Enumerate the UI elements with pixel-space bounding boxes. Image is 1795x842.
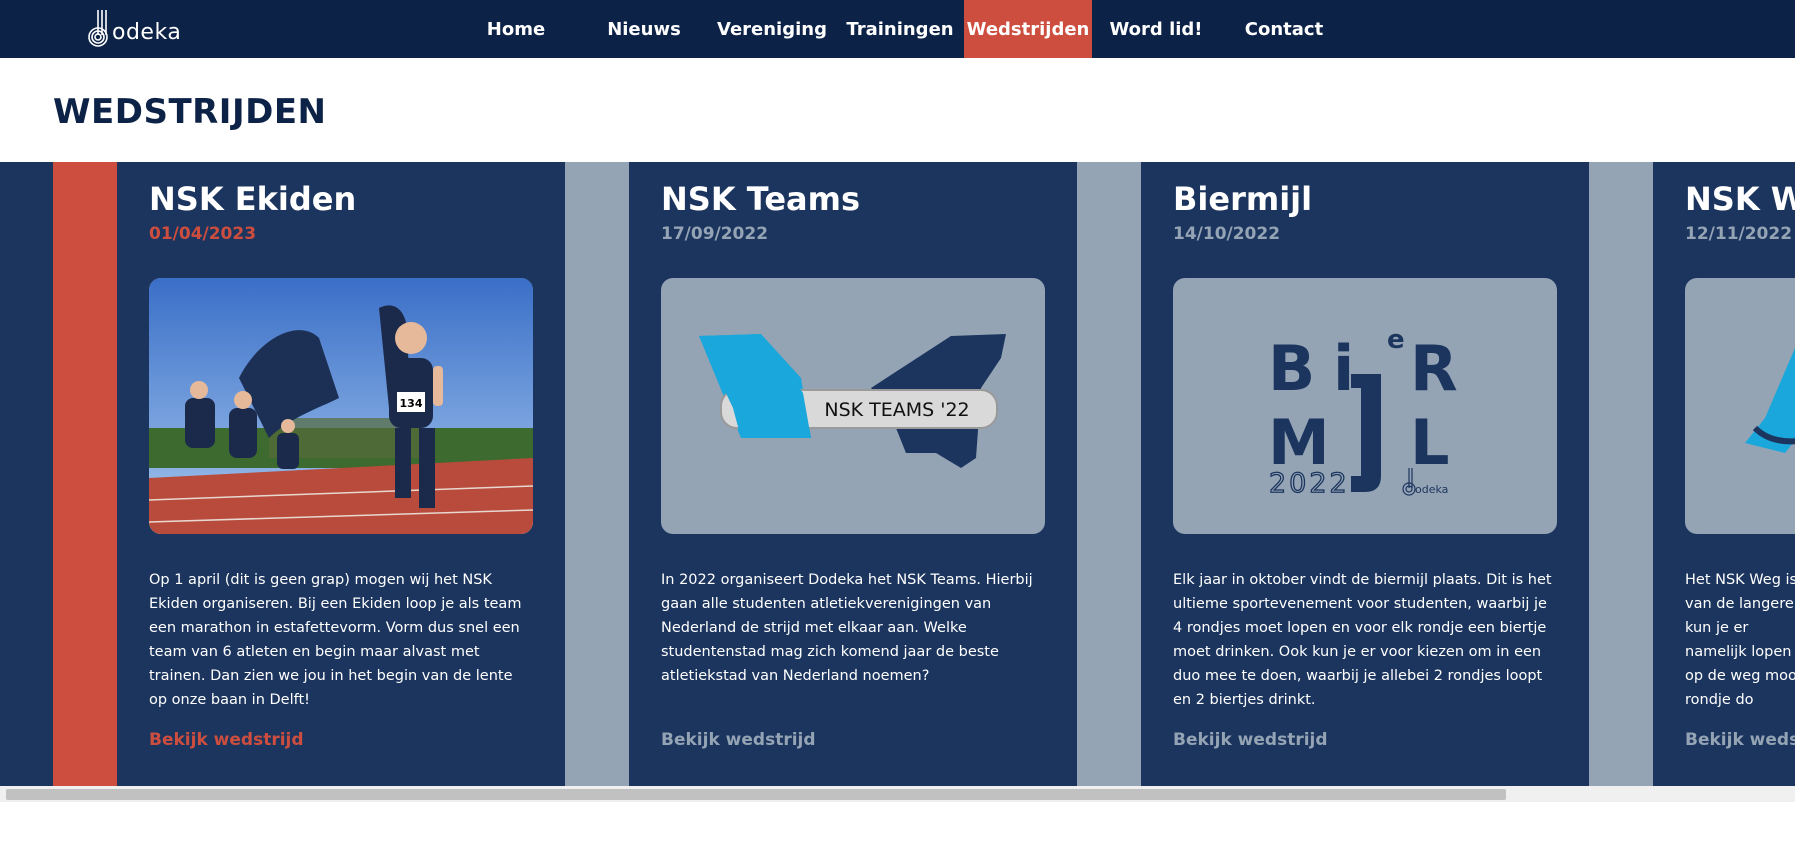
top-navigation-bar: odeka Home Nieuws Vereniging Trainingen …	[0, 0, 1795, 58]
card-description: Elk jaar in oktober vindt de biermijl pl…	[1173, 572, 1552, 708]
view-competition-link[interactable]: Bekijk wedstrijd	[661, 730, 816, 750]
card-description: Het NSK Weg is van de langere kun je er …	[1685, 572, 1795, 708]
nsk-teams-logo-text: NSK TEAMS '22	[824, 399, 969, 421]
card-date: 14/10/2022	[1173, 224, 1281, 244]
nav-item-vereniging[interactable]: Vereniging	[708, 0, 836, 58]
card-description: In 2022 organiseert Dodeka het NSK Teams…	[661, 572, 1033, 684]
svg-text:i: i	[1333, 332, 1354, 405]
nav-item-wedstrijden[interactable]: Wedstrijden	[964, 0, 1092, 58]
nav-item-trainingen[interactable]: Trainingen	[836, 0, 964, 58]
view-competition-link[interactable]: Bekijk wedstrijd	[1173, 730, 1328, 750]
card-image-biermijl-logo: B i e R M L 2022 odeka	[1173, 278, 1557, 534]
competition-card-nsk-ekiden: NSK Ekiden 01/04/2023 134 Op 1 april (di…	[53, 162, 565, 786]
competition-card-biermijl: Biermijl 14/10/2022 B i e R M L 2022 ode…	[1077, 162, 1589, 786]
svg-text:134: 134	[400, 397, 423, 410]
card-date: 17/09/2022	[661, 224, 769, 244]
card-description: Op 1 april (dit is geen grap) mogen wij …	[149, 572, 522, 708]
competition-card-nsk-weg: NSK W 12/11/2022 Het NSK Weg is van de l…	[1589, 162, 1795, 786]
svg-text:B: B	[1268, 332, 1315, 405]
nav-item-contact[interactable]: Contact	[1220, 0, 1348, 58]
view-competition-link[interactable]: Bekijk wedst	[1685, 730, 1795, 750]
competitions-carousel[interactable]: NSK Ekiden 01/04/2023 134 Op 1 april (di…	[0, 162, 1795, 786]
logo-wordmark: odeka	[112, 19, 182, 45]
card-date: 01/04/2023	[149, 224, 257, 244]
scrollbar-thumb[interactable]	[6, 789, 1506, 800]
card-image-running-shoe-logo	[1685, 278, 1795, 534]
nav-item-word-lid[interactable]: Word lid!	[1092, 0, 1220, 58]
card-image-ekiden-photo: 134	[149, 278, 533, 534]
competition-card-nsk-teams: NSK Teams 17/09/2022 NSK TEAMS '22 In 20…	[565, 162, 1077, 786]
page-title: WEDSTRIJDEN	[53, 92, 327, 132]
card-title: NSK Teams	[661, 180, 861, 218]
card-title: NSK W	[1685, 180, 1795, 218]
nav-item-nieuws[interactable]: Nieuws	[580, 0, 708, 58]
svg-text:odeka: odeka	[1415, 483, 1448, 496]
horizontal-scrollbar[interactable]	[0, 786, 1795, 802]
svg-text:e: e	[1387, 325, 1405, 355]
view-competition-link[interactable]: Bekijk wedstrijd	[149, 730, 304, 750]
dodeka-logo[interactable]: odeka	[84, 0, 181, 58]
svg-text:L: L	[1410, 406, 1450, 479]
nav-item-home[interactable]: Home	[452, 0, 580, 58]
card-image-nsk-teams-logo: NSK TEAMS '22	[661, 278, 1045, 534]
card-title: NSK Ekiden	[149, 180, 357, 218]
card-title: Biermijl	[1173, 180, 1313, 218]
card-date: 12/11/2022	[1685, 224, 1793, 244]
svg-text:R: R	[1410, 332, 1458, 405]
svg-text:2022: 2022	[1269, 468, 1350, 499]
